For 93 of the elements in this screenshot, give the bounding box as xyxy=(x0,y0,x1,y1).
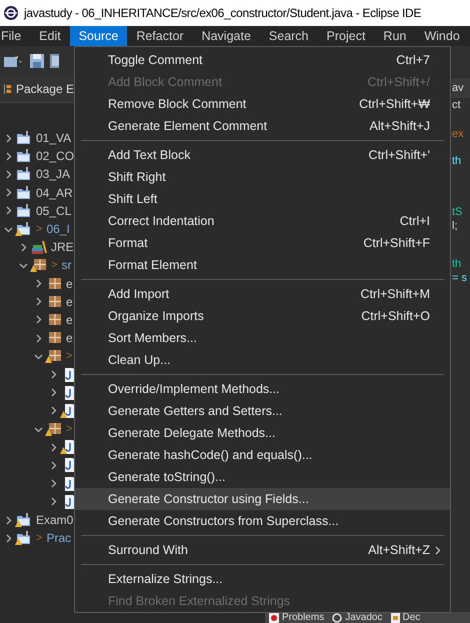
app-icon xyxy=(3,5,19,21)
menu-item[interactable]: Generate toString()... xyxy=(75,466,450,488)
chevron-right-icon[interactable] xyxy=(4,206,13,216)
code-text: ex xyxy=(452,128,464,140)
menu-item[interactable]: Generate hashCode() and equals()... xyxy=(75,444,450,466)
code-text: th xyxy=(452,155,462,167)
chevron-right-icon[interactable] xyxy=(4,534,13,543)
panel-tab[interactable]: Problems xyxy=(282,612,324,623)
code-text: ct xyxy=(452,99,461,111)
view-tab[interactable]: Package E xyxy=(0,76,74,103)
change-marker: > xyxy=(66,423,72,436)
menu-item[interactable]: Shift Left xyxy=(75,188,450,210)
menu-item[interactable]: Clean Up... xyxy=(75,349,450,371)
chevron-down-icon[interactable] xyxy=(4,224,13,234)
menu-item[interactable]: Generate Getters and Setters... xyxy=(75,400,450,422)
chevron-right-icon[interactable] xyxy=(4,152,13,161)
chevron-right-icon[interactable] xyxy=(49,406,58,416)
menu-item[interactable]: Source xyxy=(70,26,128,46)
change-marker: > xyxy=(51,259,58,272)
chevron-right-icon[interactable] xyxy=(34,279,43,288)
menu-item[interactable]: Externalize Strings... xyxy=(75,568,450,590)
tree-item[interactable]: 05_CL xyxy=(36,204,72,218)
tree-item[interactable]: 04_AR xyxy=(36,186,73,200)
menu-item[interactable]: Refactor xyxy=(127,26,193,46)
chevron-right-icon[interactable] xyxy=(4,516,13,525)
chevron-right-icon[interactable] xyxy=(19,242,28,252)
tree-item[interactable]: e xyxy=(66,276,73,291)
menu-item[interactable]: Windo xyxy=(415,26,469,46)
chevron-down-icon[interactable] xyxy=(19,260,28,270)
panel-tab[interactable]: Dec xyxy=(402,612,420,623)
tree-item[interactable]: Exam0 xyxy=(36,513,74,528)
menu-item[interactable]: Search xyxy=(260,26,318,46)
menu-item[interactable]: Shift Right xyxy=(75,166,450,188)
tree-item[interactable]: e xyxy=(66,331,73,346)
code-text: l; xyxy=(452,220,458,232)
window-title: javastudy - 06_INHERITANCE/src/ex06_constructor/Student.java - Eclipse IDE xyxy=(24,6,422,20)
chevron-right-icon[interactable] xyxy=(49,442,58,452)
tree-item[interactable]: e xyxy=(66,294,73,309)
menu-item[interactable]: Generate Delegate Methods... xyxy=(75,422,450,444)
save-icon[interactable] xyxy=(29,53,45,69)
change-marker: > xyxy=(36,223,42,236)
code-text: tS xyxy=(452,206,462,218)
menu-item[interactable]: Generate Constructor using Fields... xyxy=(75,488,450,510)
package-explorer-icon xyxy=(4,82,12,96)
menu-item[interactable]: Project xyxy=(318,26,374,46)
code-text: = s xyxy=(452,272,467,284)
new-icon[interactable] xyxy=(3,53,25,69)
save-all-icon[interactable] xyxy=(49,53,59,69)
menu-item[interactable]: Remove Block Comment Ctrl+Shift+₩ xyxy=(75,93,450,115)
menu-item[interactable]: Correct Indentation Ctrl+I xyxy=(75,210,450,232)
menu-item[interactable]: Toggle Comment Ctrl+7 xyxy=(75,49,450,71)
chevron-right-icon[interactable] xyxy=(49,370,58,380)
menu-item[interactable]: Format Ctrl+Shift+F xyxy=(75,232,450,254)
tree-item[interactable]: JRE xyxy=(51,240,74,254)
editor-tab[interactable]: av xyxy=(452,78,470,98)
menu-item[interactable]: Generate Element Comment Alt+Shift+J xyxy=(75,115,450,137)
problems-icon xyxy=(269,612,279,622)
menu-item[interactable]: Generate Constructors from Superclass... xyxy=(75,510,450,532)
chevron-right-icon[interactable] xyxy=(34,334,43,343)
tree-item[interactable]: e xyxy=(66,312,73,327)
menu-item[interactable]: Edit xyxy=(30,26,70,46)
menu-item[interactable]: Run xyxy=(374,26,416,46)
document-icon xyxy=(390,612,400,622)
chevron-down-icon[interactable] xyxy=(34,424,43,434)
tree-item[interactable]: 02_CO xyxy=(36,149,74,164)
menu-item[interactable]: Add Text Block Ctrl+Shift+' xyxy=(75,144,450,166)
tree-item[interactable]: 06_I xyxy=(46,222,70,236)
chevron-right-icon[interactable] xyxy=(49,460,58,470)
chevron-right-icon[interactable] xyxy=(34,297,43,306)
panel-tab[interactable]: Javadoc xyxy=(345,612,382,623)
chevron-right-icon[interactable] xyxy=(4,170,13,179)
menu-item[interactable]: Surround With Alt+Shift+Z xyxy=(75,539,450,561)
change-marker: > xyxy=(66,350,72,362)
chevron-right-icon[interactable] xyxy=(49,479,58,488)
tree-item[interactable]: 01_VA xyxy=(36,131,72,146)
chevron-down-icon[interactable] xyxy=(34,352,43,361)
menu-item[interactable]: Sort Members... xyxy=(75,327,450,349)
menu-item[interactable]: Organize Imports Ctrl+Shift+O xyxy=(75,305,450,327)
menu-item[interactable]: File xyxy=(0,26,30,46)
tree-item[interactable]: 03_JA xyxy=(36,167,70,182)
change-marker: > xyxy=(36,532,42,544)
tree-item[interactable]: Prac xyxy=(46,531,72,546)
chevron-right-icon[interactable] xyxy=(49,497,58,506)
chevron-right-icon[interactable] xyxy=(49,388,58,398)
menu-item[interactable]: Add Import Ctrl+Shift+M xyxy=(75,283,450,305)
menu-item[interactable]: Override/Implement Methods... xyxy=(75,378,450,400)
chevron-right-icon[interactable] xyxy=(4,188,13,198)
chevron-right-icon[interactable] xyxy=(4,134,13,143)
menu-item[interactable]: Format Element xyxy=(75,254,450,276)
code-text: th xyxy=(452,258,462,270)
menu-item[interactable]: Navigate xyxy=(192,26,260,46)
chevron-right-icon[interactable] xyxy=(34,315,43,324)
tree-item[interactable]: sr xyxy=(61,258,72,272)
